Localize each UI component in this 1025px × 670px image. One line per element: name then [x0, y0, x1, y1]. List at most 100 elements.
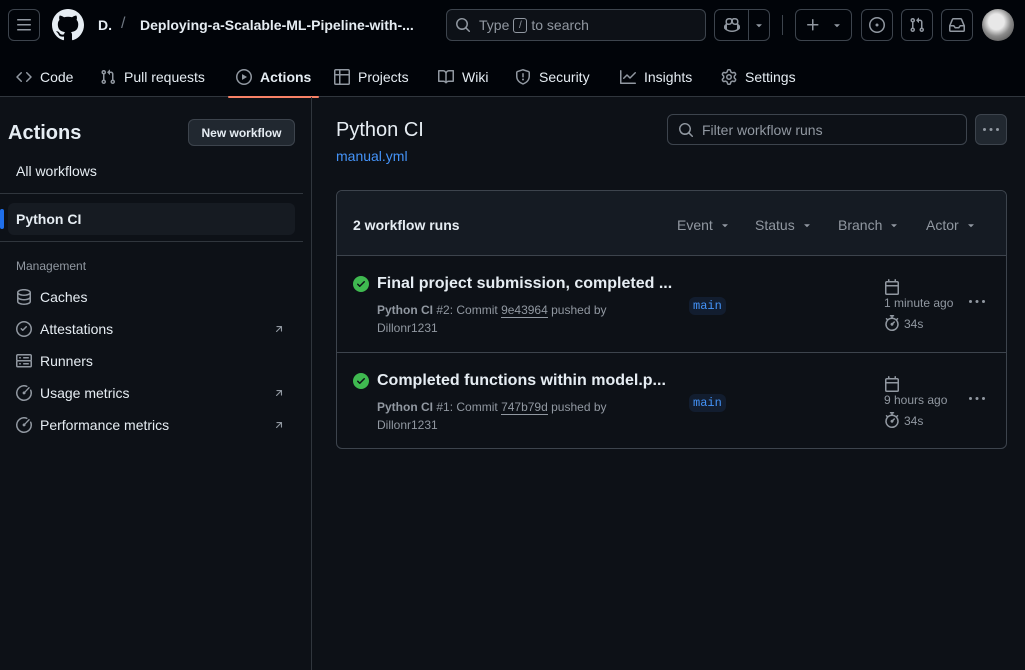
search-placeholder-pre: Type: [479, 17, 510, 33]
meter-icon: [16, 417, 32, 433]
tab-security[interactable]: Security: [507, 56, 598, 97]
copilot-button-group: [714, 9, 770, 41]
sidebar-item-performance-metrics[interactable]: Performance metrics: [8, 409, 295, 441]
repo-nav-tabs: Code Pull requests Actions Projects Wiki…: [0, 56, 1025, 98]
shield-icon: [516, 68, 530, 85]
sidebar-title: Actions: [8, 122, 82, 144]
run-title-link[interactable]: Completed functions within model.p...: [377, 372, 666, 390]
copilot-dropdown-button[interactable]: [749, 10, 769, 40]
user-avatar[interactable]: [982, 9, 1014, 41]
status-filter-dropdown[interactable]: Status: [755, 217, 813, 233]
run-author-link[interactable]: Dillonr1231: [377, 321, 438, 335]
run-number: #2: [436, 303, 450, 317]
run-pushed-by: pushed by: [551, 400, 607, 414]
actor-filter-dropdown[interactable]: Actor: [926, 217, 977, 233]
runs-count: 2 workflow runs: [353, 217, 460, 233]
tab-actions[interactable]: Actions: [228, 56, 320, 98]
tab-projects[interactable]: Projects: [326, 56, 417, 97]
sidebar-item-attestations[interactable]: Attestations: [8, 313, 295, 345]
sidebar-item-label: Caches: [40, 289, 88, 305]
filter-workflow-runs-input[interactable]: Filter workflow runs: [667, 114, 967, 145]
stopwatch-icon: [885, 412, 899, 428]
tab-pull-requests[interactable]: Pull requests: [92, 56, 213, 97]
tab-projects-label: Projects: [358, 68, 409, 85]
copilot-button[interactable]: [715, 10, 749, 40]
workflow-run-row[interactable]: Final project submission, completed ... …: [337, 256, 1006, 352]
kebab-horizontal-icon[interactable]: [969, 294, 985, 310]
sidebar-item-label: Attestations: [40, 321, 114, 337]
server-icon: [16, 354, 32, 368]
sidebar-item-python-ci[interactable]: Python CI: [0, 203, 295, 235]
workflow-file-link[interactable]: manual.yml: [336, 148, 408, 164]
run-meta: Python CI #1: Commit 747b79d pushed by D…: [377, 400, 607, 432]
graph-icon: [620, 69, 636, 84]
meter-icon: [16, 385, 32, 401]
tab-wiki-label: Wiki: [462, 68, 489, 85]
path-separator: /: [121, 15, 126, 32]
run-author-link[interactable]: Dillonr1231: [377, 418, 438, 432]
kebab-horizontal-icon[interactable]: [969, 391, 985, 407]
sidebar-item-runners[interactable]: Runners: [8, 345, 295, 377]
search-icon: [679, 122, 694, 137]
sidebar-item-label: All workflows: [16, 163, 97, 179]
branch-label[interactable]: main: [689, 394, 726, 412]
filter-label: Status: [755, 217, 795, 233]
run-title-link[interactable]: Final project submission, completed ...: [377, 275, 672, 293]
workflow-title: Python CI: [336, 119, 424, 141]
commit-sha-link[interactable]: 9e43964: [501, 303, 548, 318]
verified-icon: [16, 321, 32, 337]
run-workflow-name: Python CI: [377, 400, 433, 414]
event-filter-dropdown[interactable]: Event: [677, 217, 731, 233]
search-icon: [456, 18, 471, 33]
tab-wiki[interactable]: Wiki: [430, 56, 496, 97]
new-workflow-button[interactable]: New workflow: [188, 119, 295, 146]
triangle-down-icon: [967, 224, 974, 228]
global-search-input[interactable]: Type / to search: [446, 9, 706, 41]
github-logo-icon[interactable]: [52, 9, 84, 41]
menu-button[interactable]: [8, 9, 40, 41]
tab-pull-requests-label: Pull requests: [124, 68, 205, 85]
database-icon: [17, 289, 31, 305]
commit-sha-link[interactable]: 747b79d: [501, 400, 548, 415]
sidebar-divider: [0, 241, 303, 242]
branch-label[interactable]: main: [689, 297, 726, 315]
workflow-run-row[interactable]: Completed functions within model.p... Py…: [337, 352, 1006, 448]
arrow-up-right-icon: [275, 326, 283, 333]
actions-sidebar: Actions New workflow All workflows Pytho…: [0, 97, 312, 670]
arrow-up-right-icon: [275, 390, 283, 397]
workflow-more-options-button[interactable]: [975, 114, 1007, 145]
inbox-button[interactable]: [941, 9, 973, 41]
sidebar-divider: [0, 193, 303, 194]
sidebar-item-usage-metrics[interactable]: Usage metrics: [8, 377, 295, 409]
create-new-button[interactable]: [795, 9, 852, 41]
tab-settings[interactable]: Settings: [713, 56, 804, 97]
sidebar-item-label: Python CI: [16, 211, 82, 227]
tab-insights[interactable]: Insights: [612, 56, 700, 97]
management-heading: Management: [16, 259, 87, 273]
pull-requests-button[interactable]: [901, 9, 933, 41]
sidebar-item-label: Usage metrics: [40, 385, 130, 401]
tab-actions-label: Actions: [260, 68, 312, 85]
check-circle-fill-icon: [353, 276, 369, 292]
triangle-down-icon: [891, 224, 898, 228]
app-header: D. / Deploying-a-Scalable-ML-Pipeline-wi…: [0, 0, 1025, 98]
run-pushed-by: pushed by: [551, 303, 607, 317]
plus-icon: [806, 19, 818, 31]
header-divider: [782, 15, 783, 35]
branch-filter-dropdown[interactable]: Branch: [838, 217, 900, 233]
repo-owner-link[interactable]: D.: [98, 17, 112, 33]
issue-opened-icon: [869, 17, 885, 33]
tab-code[interactable]: Code: [8, 56, 81, 97]
sidebar-item-label: Runners: [40, 353, 93, 369]
table-icon: [334, 68, 350, 85]
tab-code-label: Code: [40, 68, 74, 85]
issues-button[interactable]: [861, 9, 893, 41]
sidebar-item-caches[interactable]: Caches: [8, 281, 295, 313]
kebab-horizontal-icon: [983, 127, 999, 131]
play-icon: [236, 68, 252, 85]
inbox-icon: [949, 18, 965, 32]
sidebar-item-all-workflows[interactable]: All workflows: [8, 155, 295, 187]
repo-name-link[interactable]: Deploying-a-Scalable-ML-Pipeline-with-..…: [140, 17, 414, 33]
copilot-icon: [723, 17, 740, 33]
hamburger-icon: [17, 19, 31, 31]
